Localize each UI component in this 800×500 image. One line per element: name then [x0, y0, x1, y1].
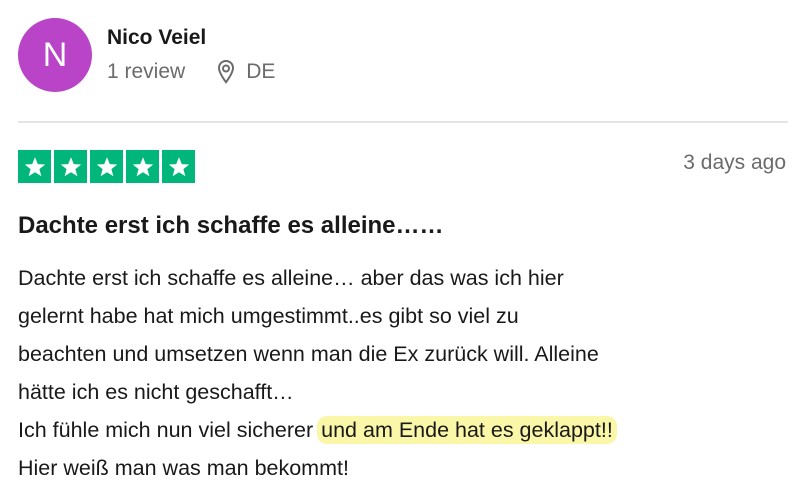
highlighted-text: und am Ende hat es geklappt!! [317, 416, 617, 444]
location-pin-icon [217, 59, 235, 85]
review-body-line: gelernt habe hat mich umgestimmt..es gib… [18, 304, 519, 328]
review-body-text: Ich fühle mich nun viel sicherer [18, 418, 320, 442]
star-icon [126, 150, 159, 183]
review-body-line: Dachte erst ich schaffe es alleine… aber… [18, 266, 564, 290]
review-date: 3 days ago [683, 151, 786, 174]
star-rating [18, 150, 195, 183]
review-body-line: Ich fühle mich nun viel sicherer und am … [18, 411, 798, 449]
star-icon [54, 150, 87, 183]
review-body: Dachte erst ich schaffe es alleine… aber… [18, 259, 798, 487]
review-title[interactable]: Dachte erst ich schaffe es alleine…… [18, 212, 444, 240]
star-icon [162, 150, 195, 183]
reviewer-meta: 1 review DE [107, 59, 275, 85]
reviewer-location: DE [217, 59, 275, 85]
review-body-line: Hier weiß man was man bekommt! [18, 456, 349, 480]
review-card: N Nico Veiel 1 review DE 3 days ago Dach… [0, 0, 800, 500]
review-body-line: beachten und umsetzen wenn man die Ex zu… [18, 342, 599, 366]
star-icon [90, 150, 123, 183]
avatar[interactable]: N [18, 18, 92, 92]
divider [18, 121, 788, 123]
reviewer-header: N Nico Veiel 1 review DE [18, 18, 275, 98]
review-count: 1 review [107, 60, 186, 83]
reviewer-info: Nico Veiel 1 review DE [107, 18, 275, 85]
reviewer-country: DE [246, 60, 276, 83]
reviewer-name[interactable]: Nico Veiel [107, 24, 275, 52]
star-icon [18, 150, 51, 183]
review-body-line: hätte ich es nicht geschafft… [18, 380, 294, 404]
